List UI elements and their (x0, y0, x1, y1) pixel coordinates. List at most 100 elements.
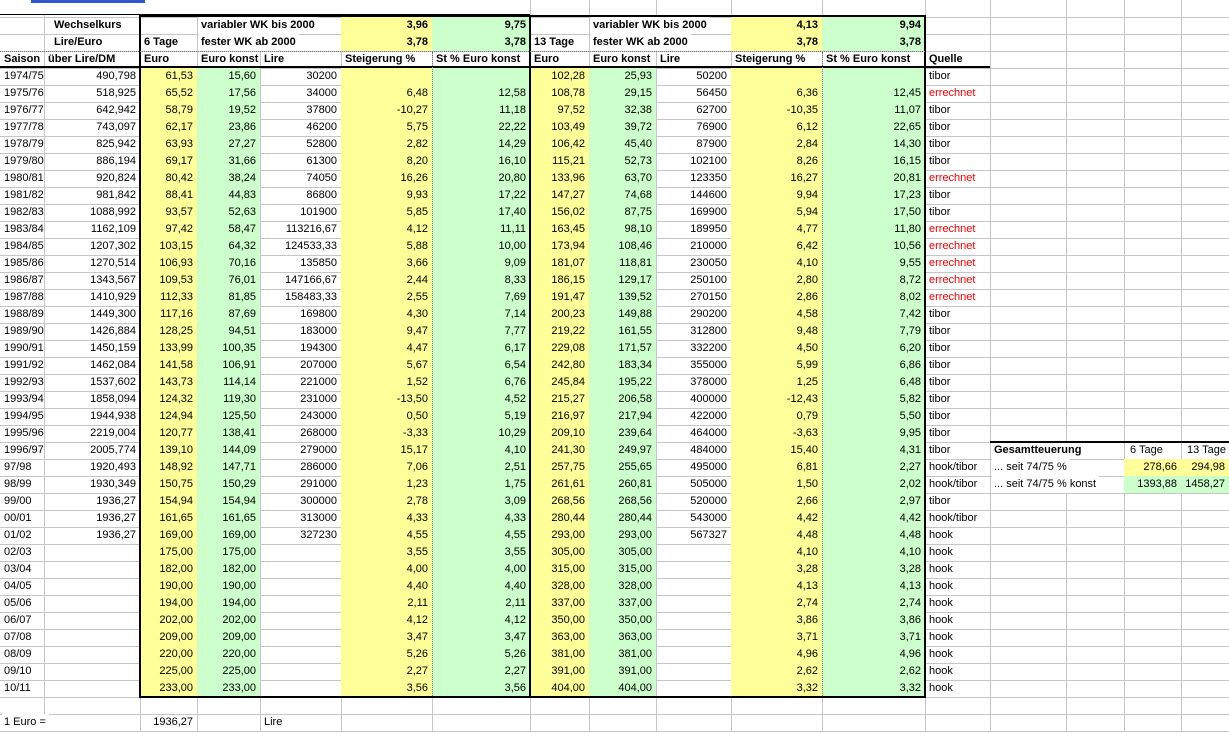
cell-saison[interactable]: 1980/81 (2, 170, 44, 187)
cell-ueber-lire-dm[interactable] (44, 595, 140, 612)
cell-quelle[interactable]: tibor (927, 374, 950, 391)
cell-quelle[interactable]: tibor (927, 204, 950, 221)
summary-row-label[interactable]: ... seit 74/75 % konst (992, 476, 1099, 493)
cell-saison[interactable]: 1991/92 (2, 357, 44, 374)
cell-ueber-lire-dm[interactable]: 825,942 (44, 136, 140, 153)
cell-quelle[interactable]: hook (927, 680, 953, 697)
cell-ueber-lire-dm[interactable]: 1537,602 (44, 374, 140, 391)
summary-row-label[interactable]: ... seit 74/75 % (992, 459, 1070, 476)
cell-saison[interactable]: 01/02 (2, 527, 32, 544)
cell-ueber-lire-dm[interactable]: 1410,929 (44, 289, 140, 306)
cell-saison[interactable]: 1976/77 (2, 102, 44, 119)
cell-quelle[interactable]: hook (927, 527, 953, 544)
cell-saison[interactable]: 98/99 (2, 476, 32, 493)
cell-quelle[interactable]: tibor (927, 442, 950, 459)
cell-ueber-lire-dm[interactable] (44, 680, 140, 697)
cell-saison[interactable]: 1987/88 (2, 289, 44, 306)
cell-quelle[interactable]: tibor (927, 340, 950, 357)
cell-quelle[interactable]: tibor (927, 119, 950, 136)
cell-ueber-lire-dm[interactable]: 1162,109 (44, 221, 140, 238)
footer-value[interactable]: 1936,27 (140, 714, 197, 731)
cell-quelle[interactable]: errechnet (927, 272, 975, 289)
cell-saison[interactable]: 02/03 (2, 544, 32, 561)
cell-saison[interactable]: 1974/75 (2, 68, 44, 85)
cell-quelle[interactable]: tibor (927, 136, 950, 153)
cell-ueber-lire-dm[interactable]: 886,194 (44, 153, 140, 170)
cell-ueber-lire-dm[interactable] (44, 578, 140, 595)
cell-quelle[interactable]: hook (927, 561, 953, 578)
summary-col-6tage[interactable]: 6 Tage (1128, 442, 1163, 459)
cell-saison[interactable]: 1986/87 (2, 272, 44, 289)
cell-saison[interactable]: 1984/85 (2, 238, 44, 255)
cell-quelle[interactable]: tibor (927, 391, 950, 408)
cell-saison[interactable]: 1992/93 (2, 374, 44, 391)
cell-quelle[interactable]: tibor (927, 102, 950, 119)
cell-quelle[interactable]: hook (927, 663, 953, 680)
cell-saison[interactable]: 00/01 (2, 510, 32, 527)
cell-ueber-lire-dm[interactable]: 1936,27 (44, 510, 140, 527)
summary-value-6tage[interactable]: 278,66 (1124, 459, 1181, 476)
summary-value-13tage[interactable]: 1458,27 (1181, 476, 1229, 493)
cell-quelle[interactable]: hook (927, 629, 953, 646)
footer-unit[interactable]: Lire (262, 714, 282, 731)
summary-col-13tage[interactable]: 13 Tage (1185, 442, 1226, 459)
cell-quelle[interactable]: hook/tibor (927, 476, 977, 493)
cell-saison[interactable]: 1982/83 (2, 204, 44, 221)
cell-quelle[interactable]: tibor (927, 357, 950, 374)
cell-ueber-lire-dm[interactable]: 1920,493 (44, 459, 140, 476)
cell-saison[interactable]: 08/09 (2, 646, 32, 663)
cell-ueber-lire-dm[interactable]: 1858,094 (44, 391, 140, 408)
cell-saison[interactable]: 06/07 (2, 612, 32, 629)
cell-saison[interactable]: 1981/82 (2, 187, 44, 204)
cell-quelle[interactable]: tibor (927, 153, 950, 170)
cell-ueber-lire-dm[interactable]: 1207,302 (44, 238, 140, 255)
cell-saison[interactable]: 03/04 (2, 561, 32, 578)
cell-ueber-lire-dm[interactable]: 1936,27 (44, 527, 140, 544)
cell-quelle[interactable]: errechnet (927, 238, 975, 255)
cell-ueber-lire-dm[interactable]: 1944,938 (44, 408, 140, 425)
cell-ueber-lire-dm[interactable] (44, 561, 140, 578)
cell-ueber-lire-dm[interactable]: 490,798 (44, 68, 140, 85)
cell-quelle[interactable]: tibor (927, 323, 950, 340)
cell-ueber-lire-dm[interactable]: 1343,567 (44, 272, 140, 289)
cell-quelle[interactable]: hook (927, 646, 953, 663)
cell-quelle[interactable]: hook (927, 612, 953, 629)
cell-ueber-lire-dm[interactable]: 1426,884 (44, 323, 140, 340)
summary-value-13tage[interactable]: 294,98 (1181, 459, 1229, 476)
summary-title[interactable]: Gesamtteuerung (992, 442, 1084, 459)
cell-quelle[interactable]: hook/tibor (927, 510, 977, 527)
cell-saison[interactable]: 1979/80 (2, 153, 44, 170)
cell-saison[interactable]: 09/10 (2, 663, 32, 680)
cell-saison[interactable]: 05/06 (2, 595, 32, 612)
cell-saison[interactable]: 1975/76 (2, 85, 44, 102)
cell-saison[interactable]: 1978/79 (2, 136, 44, 153)
cell-ueber-lire-dm[interactable] (44, 544, 140, 561)
lire-euro-label[interactable]: Lire/Euro (52, 34, 102, 51)
cell-quelle[interactable]: tibor (927, 187, 950, 204)
cell-saison[interactable]: 1990/91 (2, 340, 44, 357)
cell-quelle[interactable]: hook/tibor (927, 459, 977, 476)
cell-saison[interactable]: 1995/96 (2, 425, 44, 442)
cell-ueber-lire-dm[interactable] (44, 646, 140, 663)
cell-ueber-lire-dm[interactable]: 1462,084 (44, 357, 140, 374)
cell-saison[interactable]: 10/11 (2, 680, 31, 697)
cell-saison[interactable]: 1985/86 (2, 255, 44, 272)
cell-ueber-lire-dm[interactable]: 642,942 (44, 102, 140, 119)
cell-saison[interactable]: 04/05 (2, 578, 32, 595)
cell-ueber-lire-dm[interactable]: 1088,992 (44, 204, 140, 221)
cell-ueber-lire-dm[interactable] (44, 663, 140, 680)
cell-ueber-lire-dm[interactable]: 1936,27 (44, 493, 140, 510)
cell-quelle[interactable]: tibor (927, 493, 950, 510)
footer-label[interactable]: 1 Euro = (2, 714, 49, 731)
cell-saison[interactable]: 97/98 (2, 459, 32, 476)
cell-quelle[interactable]: errechnet (927, 255, 975, 272)
cell-quelle[interactable]: errechnet (927, 221, 975, 238)
wechselkurs-label[interactable]: Wechselkurs (52, 17, 122, 34)
cell-quelle[interactable]: tibor (927, 68, 950, 85)
cell-ueber-lire-dm[interactable]: 1270,514 (44, 255, 140, 272)
cell-ueber-lire-dm[interactable]: 1449,300 (44, 306, 140, 323)
cell-quelle[interactable]: errechnet (927, 289, 975, 306)
cell-saison[interactable]: 1994/95 (2, 408, 44, 425)
cell-quelle[interactable]: hook (927, 595, 953, 612)
cell-quelle[interactable]: tibor (927, 425, 950, 442)
